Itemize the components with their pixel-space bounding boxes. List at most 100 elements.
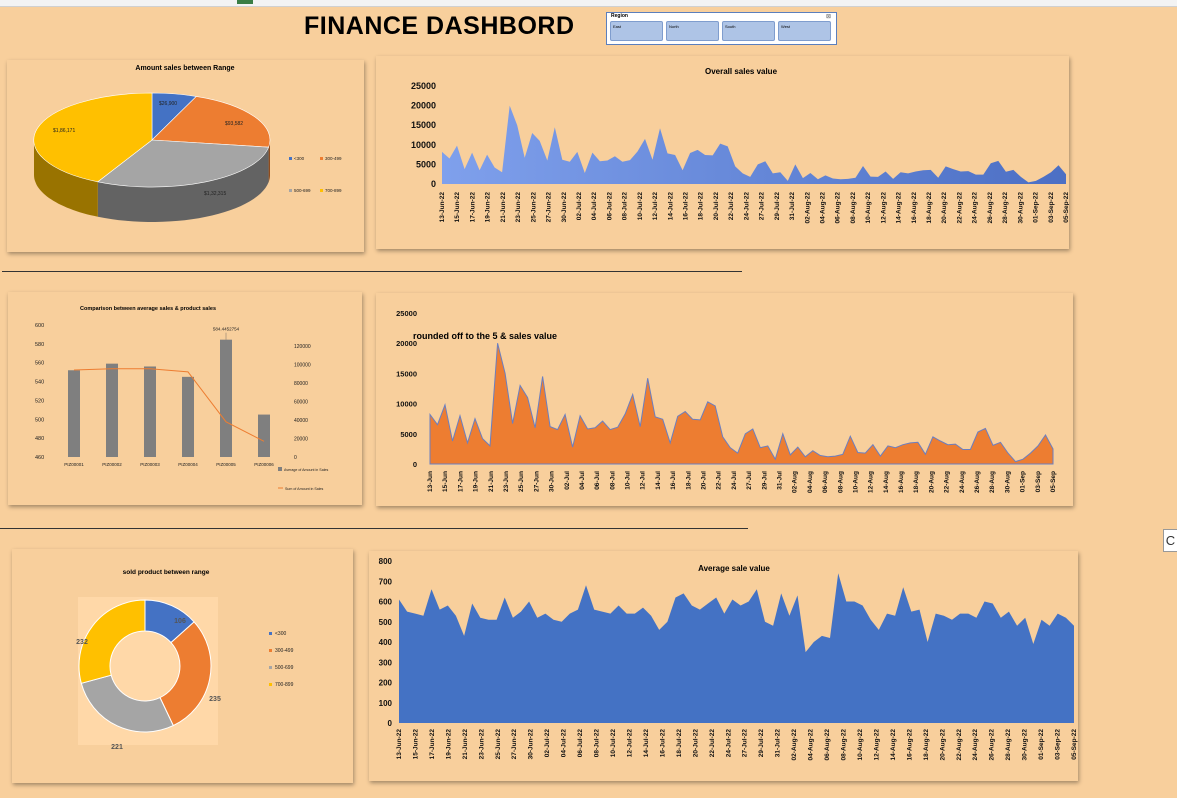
- x-tick-label: PIZ00005: [216, 462, 236, 467]
- legend-swatch: [320, 157, 323, 160]
- x-tick-label: 06-Jul-22: [606, 192, 613, 221]
- y-tick-label: 700: [379, 577, 393, 586]
- overall-sales-panel[interactable]: Overall sales value 25000 20000 15000 10000…: [376, 56, 1070, 249]
- x-tick-label: 12-Aug-22: [880, 192, 887, 224]
- slicer-item-west[interactable]: West: [778, 21, 831, 41]
- y2-tick-label: 40000: [294, 418, 308, 424]
- donut-chart-panel[interactable]: sold product between range 106 235 221 232 <…: [12, 549, 353, 783]
- data-label: 106: [174, 618, 186, 625]
- legend-label: 500-699: [275, 665, 294, 671]
- x-tick-label: 02-Jul-22: [576, 192, 583, 221]
- x-tick-label: 08-Jul-22: [622, 192, 629, 221]
- x-tick-label: 25-Jun-22: [495, 729, 502, 760]
- y-tick-label: 200: [379, 679, 393, 688]
- x-tick-label: 28-Aug-22: [1002, 192, 1009, 224]
- x-tick-label: 18-Jul: [685, 471, 692, 490]
- x-tick-label: 20-Jul-22: [692, 729, 699, 758]
- x-tick-label: 22-Aug: [944, 471, 951, 493]
- x-tick-label: 10-Aug-22: [865, 192, 872, 224]
- data-label: $1,32,315: [204, 191, 226, 197]
- x-tick-label: 06-Aug-22: [824, 729, 831, 761]
- x-tick-label: 06-Jul: [594, 471, 601, 490]
- region-slicer[interactable]: Region ⊠ East North South West: [606, 12, 837, 45]
- legend-label: 500-699: [294, 188, 311, 193]
- legend-swatch: [289, 157, 292, 160]
- legend-label: <300: [275, 631, 286, 637]
- y-tick-label: 400: [379, 638, 393, 647]
- area-series: [429, 343, 1054, 465]
- data-label: $1,86,171: [53, 128, 75, 134]
- x-tick-label: 02-Aug-22: [804, 192, 811, 224]
- x-tick-label: 20-Jul-22: [713, 192, 720, 221]
- x-tick-label: 05-Sep-22: [1063, 192, 1069, 223]
- x-tick-label: 13-Jun-22: [396, 729, 403, 760]
- filter-clear-icon[interactable]: ⊠: [826, 13, 831, 20]
- x-tick-label: 02-Jul-22: [544, 729, 551, 758]
- comparison-combo-chart: Comparison between average sales & produ…: [35, 306, 328, 491]
- x-tick-label: 04-Aug-22: [808, 729, 815, 761]
- slicer-item-south[interactable]: South: [722, 21, 775, 41]
- legend-swatch: [278, 467, 282, 471]
- x-tick-label: 16-Aug: [898, 471, 905, 493]
- amount-sales-pie-chart: Amount sales between Range $26,900 $93,58…: [33, 65, 342, 222]
- x-tick-label: 13-Jun-22: [439, 192, 446, 223]
- bar: [68, 370, 80, 457]
- data-label: 221: [111, 744, 123, 751]
- x-tick-label: 29-Jul-22: [774, 192, 781, 221]
- x-tick-label: 24-Jul: [731, 471, 738, 490]
- x-tick-label: 25-Jun-22: [530, 192, 537, 223]
- x-tick-label: 16-Aug-22: [911, 192, 918, 224]
- x-tick-label: 19-Jun: [473, 471, 480, 492]
- x-tick-label: 29-Jul: [761, 471, 768, 490]
- x-tick-label: 02-Aug: [792, 471, 799, 493]
- legend-swatch: [269, 649, 272, 652]
- y2-tick-label: 100000: [294, 363, 311, 369]
- bar: [106, 363, 118, 457]
- slicer-item-east[interactable]: East: [610, 21, 663, 41]
- x-tick-label: 22-Jul: [716, 471, 723, 490]
- x-tick-label: 22-Jul-22: [728, 192, 735, 221]
- legend-label: 700-899: [325, 188, 342, 193]
- x-tick-label: 28-Aug: [989, 471, 996, 493]
- x-tick-label: 16-Aug-22: [906, 729, 913, 761]
- x-tick-label: 23-Jun: [503, 471, 510, 492]
- x-tick-label: 26-Aug-22: [989, 729, 996, 761]
- x-tick-label: 18-Jul-22: [698, 192, 705, 221]
- slicer-item-north[interactable]: North: [666, 21, 719, 41]
- x-tick-label: 03-Sep-22: [1055, 729, 1062, 760]
- y-tick-label: 300: [379, 658, 393, 667]
- rounded-sales-panel[interactable]: rounded off to the 5 & sales value 25000…: [376, 293, 1073, 506]
- x-tick-label: 30-Jun-22: [528, 729, 535, 760]
- y-tick-label: 500: [379, 618, 393, 627]
- average-sale-area-chart: Average sale value 800 700 600 500 400 300 200…: [379, 557, 1078, 761]
- x-tick-label: 17-Jun-22: [469, 192, 476, 223]
- y-tick-label: 500: [35, 417, 44, 423]
- x-tick-label: 30-Aug-22: [1017, 192, 1024, 224]
- x-tick-label: 23-Jun-22: [515, 192, 522, 223]
- pie-chart-panel[interactable]: Amount sales between Range $26,900 $93,58…: [7, 60, 364, 252]
- x-tick-label: 01-Sep-22: [1038, 729, 1045, 760]
- average-sale-panel[interactable]: Average sale value 800 700 600 500 400 300 200…: [369, 551, 1078, 781]
- y-tick-label: 100: [379, 699, 393, 708]
- y-tick-label: 520: [35, 398, 44, 404]
- y-tick-label: 480: [35, 436, 44, 442]
- x-tick-label: 26-Aug-22: [987, 192, 994, 224]
- combo-chart-panel[interactable]: Comparison between average sales & produ…: [8, 292, 362, 505]
- x-tick-label: 27-Jul: [746, 471, 753, 490]
- y-tick-label: 560: [35, 361, 44, 367]
- x-tick-label: 21-Jun-22: [462, 729, 469, 760]
- x-tick-label: 18-Aug: [913, 471, 920, 493]
- rounded-sales-area-chart: rounded off to the 5 & sales value 25000…: [396, 309, 1057, 493]
- x-tick-label: 24-Jul-22: [743, 192, 750, 221]
- x-tick-label: 30-Aug-22: [1022, 729, 1029, 761]
- side-panel-toggle-button[interactable]: C: [1163, 529, 1177, 552]
- section-divider: [0, 528, 748, 529]
- y-tick-label: 0: [388, 719, 393, 728]
- x-tick-label: 30-Jun: [549, 471, 556, 492]
- line-series: [73, 368, 265, 442]
- x-tick-label: 27-Jun-22: [511, 729, 518, 760]
- y-tick-label: 600: [379, 598, 393, 607]
- chart-title: rounded off to the 5 & sales value: [413, 331, 557, 341]
- x-tick-label: 27-Jul-22: [742, 729, 749, 758]
- legend-swatch: [269, 683, 272, 686]
